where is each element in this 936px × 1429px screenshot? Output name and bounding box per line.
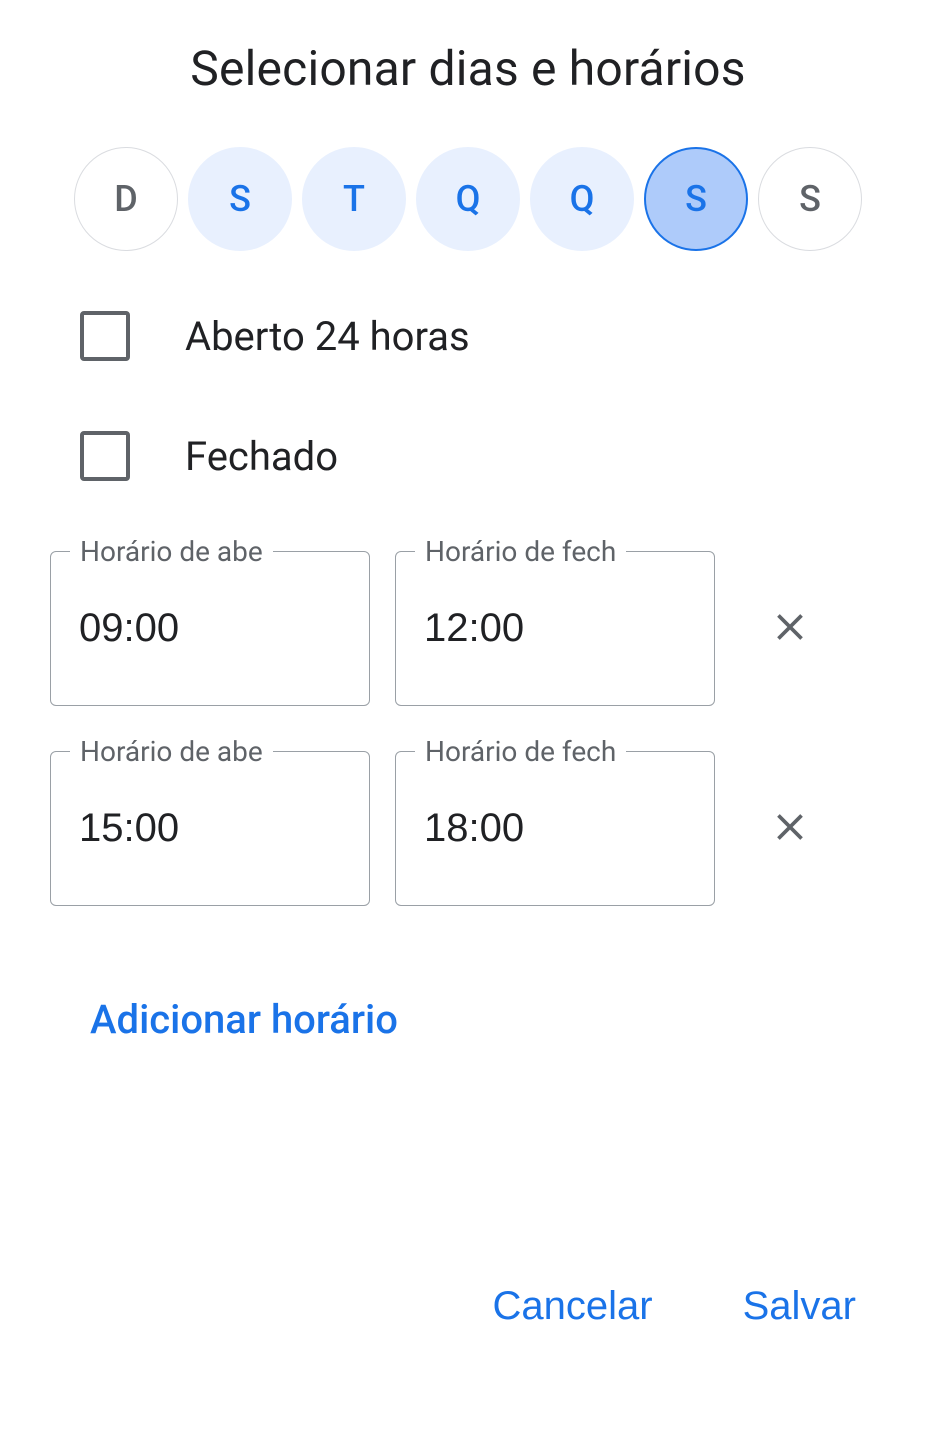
day-quarta[interactable]: Q bbox=[416, 147, 520, 251]
open-time-label: Horário de abe bbox=[70, 735, 273, 768]
day-selector: D S T Q Q S S bbox=[40, 147, 896, 251]
save-button[interactable]: Salvar bbox=[733, 1274, 866, 1339]
open-time-input[interactable] bbox=[50, 751, 370, 906]
dialog-actions: Cancelar Salvar bbox=[483, 1274, 866, 1339]
time-row: Horário de abe Horário de fech bbox=[50, 551, 896, 706]
day-domingo[interactable]: D bbox=[74, 147, 178, 251]
day-quinta[interactable]: Q bbox=[530, 147, 634, 251]
open-time-input[interactable] bbox=[50, 551, 370, 706]
close-time-input[interactable] bbox=[395, 751, 715, 906]
day-terca[interactable]: T bbox=[302, 147, 406, 251]
open-24h-checkbox[interactable] bbox=[80, 311, 130, 361]
close-icon bbox=[768, 805, 812, 853]
day-segunda[interactable]: S bbox=[188, 147, 292, 251]
open-24h-row[interactable]: Aberto 24 horas bbox=[80, 311, 896, 361]
dialog-title: Selecionar dias e horários bbox=[40, 40, 896, 97]
time-row: Horário de abe Horário de fech bbox=[50, 751, 896, 906]
close-time-input[interactable] bbox=[395, 551, 715, 706]
day-sabado[interactable]: S bbox=[758, 147, 862, 251]
open-24h-label: Aberto 24 horas bbox=[185, 313, 470, 360]
open-time-label: Horário de abe bbox=[70, 535, 273, 568]
add-hours-button[interactable]: Adicionar horário bbox=[90, 996, 398, 1043]
close-time-label: Horário de fech bbox=[415, 535, 626, 568]
remove-timeslot-button[interactable] bbox=[760, 799, 820, 859]
closed-label: Fechado bbox=[185, 433, 338, 480]
day-sexta[interactable]: S bbox=[644, 147, 748, 251]
cancel-button[interactable]: Cancelar bbox=[483, 1274, 663, 1339]
closed-row[interactable]: Fechado bbox=[80, 431, 896, 481]
closed-checkbox[interactable] bbox=[80, 431, 130, 481]
remove-timeslot-button[interactable] bbox=[760, 599, 820, 659]
close-icon bbox=[768, 605, 812, 653]
close-time-label: Horário de fech bbox=[415, 735, 626, 768]
